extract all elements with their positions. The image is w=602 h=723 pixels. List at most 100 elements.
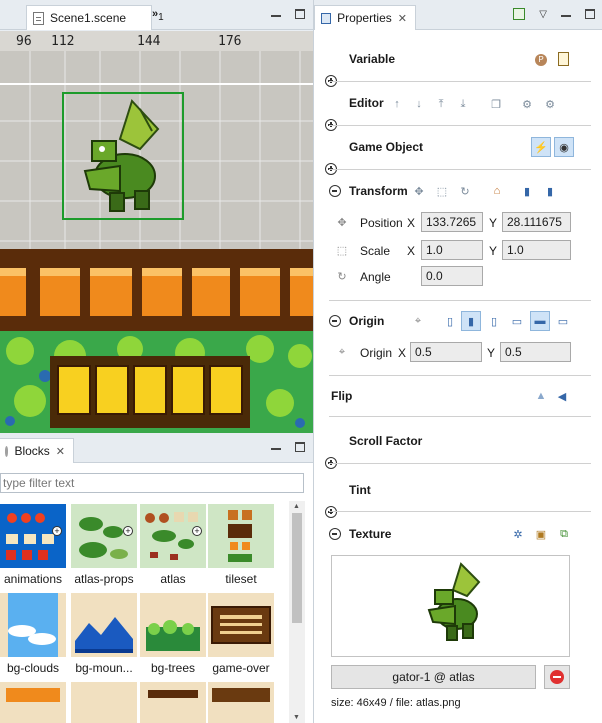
texture-info: size: 46x49 / file: atlas.png bbox=[331, 697, 461, 709]
block-label: atlas bbox=[160, 572, 186, 586]
block-item[interactable]: + atlas bbox=[140, 504, 206, 586]
tab-properties[interactable]: Properties ✕ bbox=[314, 5, 416, 30]
scroll-up-icon[interactable]: ▲ bbox=[293, 503, 300, 510]
align-left-icon[interactable]: ▮ bbox=[519, 183, 535, 199]
origin-left-icon[interactable]: ▯ bbox=[442, 313, 458, 329]
close-icon[interactable]: ✕ bbox=[398, 12, 407, 25]
block-item[interactable] bbox=[208, 682, 274, 723]
expand-icon[interactable]: + bbox=[192, 526, 202, 536]
tab-overflow[interactable]: » 1 bbox=[152, 8, 164, 23]
block-thumbnail: + bbox=[71, 504, 137, 568]
origin-tool-icon[interactable]: ⌖ bbox=[410, 313, 426, 329]
block-label: game-over bbox=[212, 661, 270, 675]
visible-toggle-icon[interactable]: ◉ bbox=[554, 137, 574, 157]
angle-input[interactable]: 0.0 bbox=[421, 266, 483, 286]
texture-frame-button[interactable]: gator-1 @ atlas bbox=[331, 665, 536, 689]
minimize-icon[interactable] bbox=[271, 15, 281, 17]
section-tint[interactable]: Tint bbox=[314, 474, 602, 518]
texture-preview bbox=[331, 555, 570, 657]
add-component-icon[interactable]: ⚙ bbox=[519, 96, 535, 112]
selection-box[interactable] bbox=[62, 92, 184, 220]
texture-refresh-icon[interactable]: ⧉ bbox=[556, 526, 572, 542]
block-item[interactable]: game-over bbox=[208, 593, 274, 675]
maximize-icon[interactable] bbox=[585, 9, 595, 19]
block-item[interactable]: + atlas-props bbox=[71, 504, 137, 586]
scale-tool-icon[interactable]: ⬚ bbox=[434, 183, 450, 199]
section-title: Editor bbox=[349, 96, 384, 110]
section-scroll-factor[interactable]: Scroll Factor bbox=[314, 425, 602, 469]
minimize-icon[interactable] bbox=[561, 15, 571, 17]
open-file-icon[interactable] bbox=[555, 51, 571, 67]
block-item[interactable]: tileset bbox=[208, 504, 274, 586]
scroll-down-icon[interactable]: ▼ bbox=[293, 714, 300, 721]
tab-blocks-label: Blocks bbox=[14, 444, 50, 458]
move-bottom-icon[interactable]: ⤓ bbox=[455, 96, 471, 112]
block-label: atlas-props bbox=[74, 572, 134, 586]
expand-icon[interactable]: + bbox=[123, 526, 133, 536]
properties-tabbar: Properties ✕ ▽ bbox=[314, 0, 602, 30]
origin-x-label: X bbox=[398, 346, 407, 360]
open-in-new-icon[interactable] bbox=[513, 8, 526, 20]
origin-y-input[interactable]: 0.5 bbox=[500, 342, 571, 362]
flip-horizontal-icon[interactable]: ◀ bbox=[554, 388, 570, 404]
active-toggle-icon[interactable]: ⚡ bbox=[531, 137, 551, 157]
origin-top-icon[interactable]: ▭ bbox=[509, 313, 525, 329]
section-title: Tint bbox=[349, 483, 371, 497]
minimize-icon[interactable] bbox=[271, 448, 281, 450]
move-up-icon[interactable]: ↑ bbox=[389, 96, 405, 112]
block-thumbnail bbox=[0, 682, 66, 723]
remove-texture-button[interactable] bbox=[544, 665, 570, 689]
origin-middle-icon[interactable]: ▬ bbox=[530, 311, 550, 331]
texture-picker-icon[interactable]: ✲ bbox=[510, 526, 526, 542]
block-item[interactable] bbox=[140, 682, 206, 723]
position-x-input[interactable]: 133.7265 bbox=[421, 212, 483, 232]
collapse-icon[interactable] bbox=[329, 315, 341, 327]
scale-x-input[interactable]: 1.0 bbox=[421, 240, 483, 260]
expand-icon[interactable] bbox=[325, 506, 337, 518]
maximize-icon[interactable] bbox=[295, 442, 305, 452]
home-icon[interactable]: ⌂ bbox=[489, 183, 505, 199]
rotate-tool-icon[interactable]: ↻ bbox=[457, 183, 473, 199]
position-y-input[interactable]: 28.111675 bbox=[502, 212, 571, 232]
block-item[interactable]: bg-trees bbox=[140, 593, 206, 675]
tab-scene[interactable]: Scene1.scene bbox=[26, 5, 152, 30]
origin-center-icon[interactable]: ▮ bbox=[461, 311, 481, 331]
position-y-label: Y bbox=[489, 216, 498, 230]
move-top-icon[interactable]: ⤒ bbox=[433, 96, 449, 112]
texture-atlas-icon[interactable]: ▣ bbox=[533, 526, 549, 542]
origin-bottom-icon[interactable]: ▭ bbox=[555, 313, 571, 329]
origin-label: Origin bbox=[360, 346, 393, 360]
translate-tool-icon[interactable]: ✥ bbox=[411, 183, 427, 199]
block-item[interactable]: bg-moun... bbox=[71, 593, 137, 675]
flip-vertical-icon[interactable]: ▲ bbox=[533, 388, 549, 404]
settings-icon[interactable]: ⚙ bbox=[542, 96, 558, 112]
block-thumbnail: + bbox=[140, 504, 206, 568]
collapse-icon[interactable] bbox=[329, 185, 341, 197]
origin-right-icon[interactable]: ▯ bbox=[486, 313, 502, 329]
close-icon[interactable]: ✕ bbox=[56, 445, 65, 458]
block-item[interactable]: + animations bbox=[0, 504, 66, 586]
expand-icon[interactable]: + bbox=[52, 526, 62, 536]
move-down-icon[interactable]: ↓ bbox=[411, 96, 427, 112]
scale-y-input[interactable]: 1.0 bbox=[502, 240, 571, 260]
origin-icon: ⌖ bbox=[338, 345, 346, 358]
tab-properties-label: Properties bbox=[337, 11, 392, 25]
scene-canvas[interactable]: 96 112 144 176 bbox=[0, 31, 313, 433]
block-item[interactable] bbox=[0, 682, 66, 723]
view-menu-icon[interactable]: ▽ bbox=[539, 9, 547, 20]
duplicate-icon[interactable]: ❐ bbox=[488, 96, 504, 112]
block-item[interactable]: bg-clouds bbox=[0, 593, 66, 675]
blocks-scrollbar[interactable]: ▲ ▼ bbox=[289, 501, 305, 723]
scale-x-label: X bbox=[407, 244, 416, 258]
block-item[interactable] bbox=[71, 682, 137, 723]
tab-blocks[interactable]: Blocks ✕ bbox=[0, 438, 74, 463]
collapse-icon[interactable] bbox=[329, 528, 341, 540]
filter-input[interactable]: type filter text bbox=[0, 473, 304, 493]
prefab-icon[interactable]: P bbox=[533, 52, 549, 68]
align-right-icon[interactable]: ▮ bbox=[542, 183, 558, 199]
block-label: animations bbox=[3, 572, 63, 586]
scrollbar-thumb[interactable] bbox=[292, 513, 302, 623]
editor-tabbar: Scene1.scene » 1 bbox=[0, 0, 313, 30]
origin-x-input[interactable]: 0.5 bbox=[410, 342, 482, 362]
maximize-icon[interactable] bbox=[295, 9, 305, 19]
